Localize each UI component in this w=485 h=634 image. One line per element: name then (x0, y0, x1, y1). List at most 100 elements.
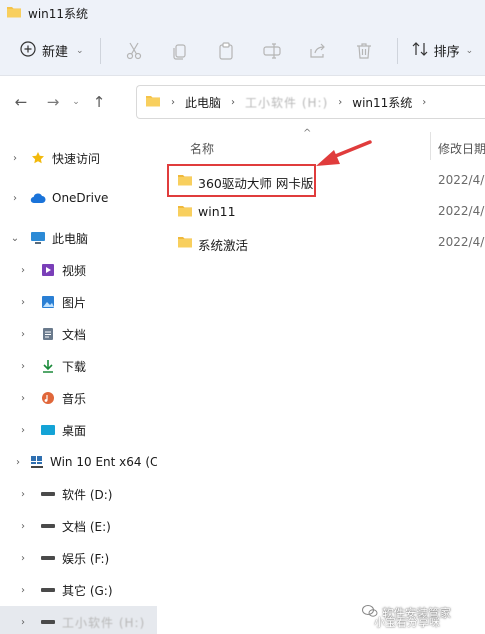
column-header-date[interactable]: 修改日期 (438, 140, 485, 157)
folder-icon (145, 94, 161, 111)
list-item[interactable]: 系统激活 2022/4/2 (157, 227, 485, 257)
paste-icon[interactable] (211, 36, 241, 66)
column-header-name[interactable]: 名称 (190, 140, 214, 157)
sidebar-item-label: 桌面 (62, 423, 87, 438)
chevron-right-icon[interactable]: › (16, 297, 30, 308)
sidebar-item-drive-h[interactable]: › 工小软件 (H:) (0, 606, 157, 634)
drive-icon (40, 550, 56, 566)
chevron-down-icon[interactable]: ⌄ (8, 233, 22, 244)
chevron-right-icon[interactable]: › (8, 193, 22, 204)
chevron-right-icon[interactable]: › (16, 265, 30, 276)
sidebar-item-label: 视频 (62, 263, 87, 278)
sort-ascending-icon: ^ (303, 128, 312, 139)
watermark-subtext: 小宝看分享咪 (374, 616, 440, 629)
drive-icon (40, 614, 56, 630)
sidebar-item-pictures[interactable]: › 图片 (0, 286, 157, 318)
folder-icon (6, 5, 22, 22)
folder-icon (177, 204, 193, 221)
sidebar-item-downloads[interactable]: › 下载 (0, 350, 157, 382)
sidebar-item-drive-e[interactable]: › 文档 (E:) (0, 510, 157, 542)
file-name: win11 (198, 204, 236, 219)
breadcrumb-this-pc[interactable]: 此电脑 (185, 94, 221, 111)
star-icon (30, 150, 46, 166)
sidebar-item-label: 快速访问 (52, 151, 101, 166)
sidebar-item-drive-c[interactable]: › Win 10 Ent x64 (C (0, 446, 157, 478)
sidebar-item-label: 此电脑 (52, 231, 89, 246)
sidebar-item-label: 音乐 (62, 391, 87, 406)
sidebar-item-label: 工小软件 (H:) (62, 615, 146, 630)
chevron-right-icon[interactable]: › (16, 553, 30, 564)
column-divider[interactable] (430, 132, 431, 160)
sidebar-item-label: 文档 (E:) (62, 519, 111, 534)
address-bar[interactable]: › 此电脑 › 工小软件 (H:) › win11系统 › (136, 85, 485, 119)
folder-icon (177, 235, 193, 252)
document-icon (40, 326, 56, 342)
sidebar-item-label: 下载 (62, 359, 87, 374)
video-icon (40, 262, 56, 278)
rename-icon[interactable] (257, 36, 287, 66)
sidebar-item-this-pc[interactable]: ⌄ 此电脑 (0, 222, 157, 254)
plus-icon (20, 40, 36, 61)
new-button[interactable]: 新建 ⌄ (14, 35, 90, 67)
sidebar-item-music[interactable]: › 音乐 (0, 382, 157, 414)
navigation-pane: › 快速访问 › OneDrive ⌄ 此电脑 › 视频 › 图片 › 文档 ›… (0, 128, 157, 634)
sidebar-item-drive-f[interactable]: › 娱乐 (F:) (0, 542, 157, 574)
toolbar-divider (99, 37, 101, 64)
breadcrumb-drive-h[interactable]: 工小软件 (H:) (245, 94, 328, 111)
sidebar-item-label: Win 10 Ent x64 (C (50, 455, 157, 469)
music-icon (40, 390, 56, 406)
chevron-right-icon[interactable]: › (16, 361, 30, 372)
chevron-right-icon[interactable]: › (16, 521, 30, 532)
chevron-right-icon: › (231, 96, 236, 108)
chevron-right-icon[interactable]: › (16, 425, 30, 436)
sidebar-item-quick-access[interactable]: › 快速访问 (0, 142, 157, 174)
chevron-right-icon[interactable]: › (16, 393, 30, 404)
list-item[interactable]: win11 2022/4/2 (157, 196, 485, 226)
sidebar-item-documents[interactable]: › 文档 (0, 318, 157, 350)
up-arrow-icon[interactable]: ↑ (86, 87, 112, 117)
sidebar-item-videos[interactable]: › 视频 (0, 254, 157, 286)
forward-arrow-icon[interactable]: → (40, 87, 66, 117)
chevron-right-icon: › (422, 96, 427, 108)
picture-icon (40, 294, 56, 310)
chevron-right-icon: › (338, 96, 343, 108)
monitor-icon (30, 230, 46, 246)
download-icon (40, 358, 56, 374)
back-arrow-icon[interactable]: ← (8, 87, 34, 117)
sort-icon (412, 41, 428, 61)
chevron-right-icon[interactable]: › (16, 489, 30, 500)
file-name: 系统激活 (198, 238, 249, 253)
navigation-bar: ← → ⌄ ↑ › 此电脑 › 工小软件 (H:) › win11系统 › (0, 76, 485, 128)
drive-icon (40, 518, 56, 534)
sidebar-item-drive-g[interactable]: › 其它 (G:) (0, 574, 157, 606)
cut-icon[interactable] (119, 36, 149, 66)
toolbar-divider (396, 37, 398, 64)
column-header-row: ^ 名称 修改日期 (157, 128, 485, 162)
sidebar-item-onedrive[interactable]: › OneDrive (0, 182, 157, 214)
new-label: 新建 (42, 45, 69, 60)
chevron-right-icon: › (171, 96, 175, 108)
desktop-icon (40, 422, 56, 438)
chevron-right-icon[interactable]: › (16, 329, 30, 340)
sidebar-item-desktop[interactable]: › 桌面 (0, 414, 157, 446)
sort-button[interactable]: 排序 ⌄ (412, 41, 473, 61)
delete-icon[interactable] (349, 36, 379, 66)
drive-icon (40, 486, 56, 502)
chevron-down-icon: ⌄ (76, 45, 84, 56)
sidebar-item-drive-d[interactable]: › 软件 (D:) (0, 478, 157, 510)
chevron-right-icon[interactable]: › (16, 457, 20, 468)
chevron-right-icon[interactable]: › (16, 585, 30, 596)
sort-label: 排序 (433, 45, 460, 60)
breadcrumb-current-folder[interactable]: win11系统 (352, 94, 412, 111)
copy-icon[interactable] (165, 36, 195, 66)
chevron-right-icon[interactable]: › (16, 617, 30, 628)
command-bar: 新建 ⌄ 排序 ⌄ (0, 26, 485, 76)
recent-locations-chevron-icon[interactable]: ⌄ (66, 87, 86, 117)
chevron-right-icon[interactable]: › (8, 153, 22, 164)
window-title: win11系统 (28, 6, 89, 21)
share-icon[interactable] (303, 36, 333, 66)
drive-icon (40, 582, 56, 598)
title-bar: win11系统 (0, 0, 485, 26)
file-date: 2022/4/2 (438, 235, 485, 249)
sidebar-item-label: 软件 (D:) (62, 487, 113, 502)
